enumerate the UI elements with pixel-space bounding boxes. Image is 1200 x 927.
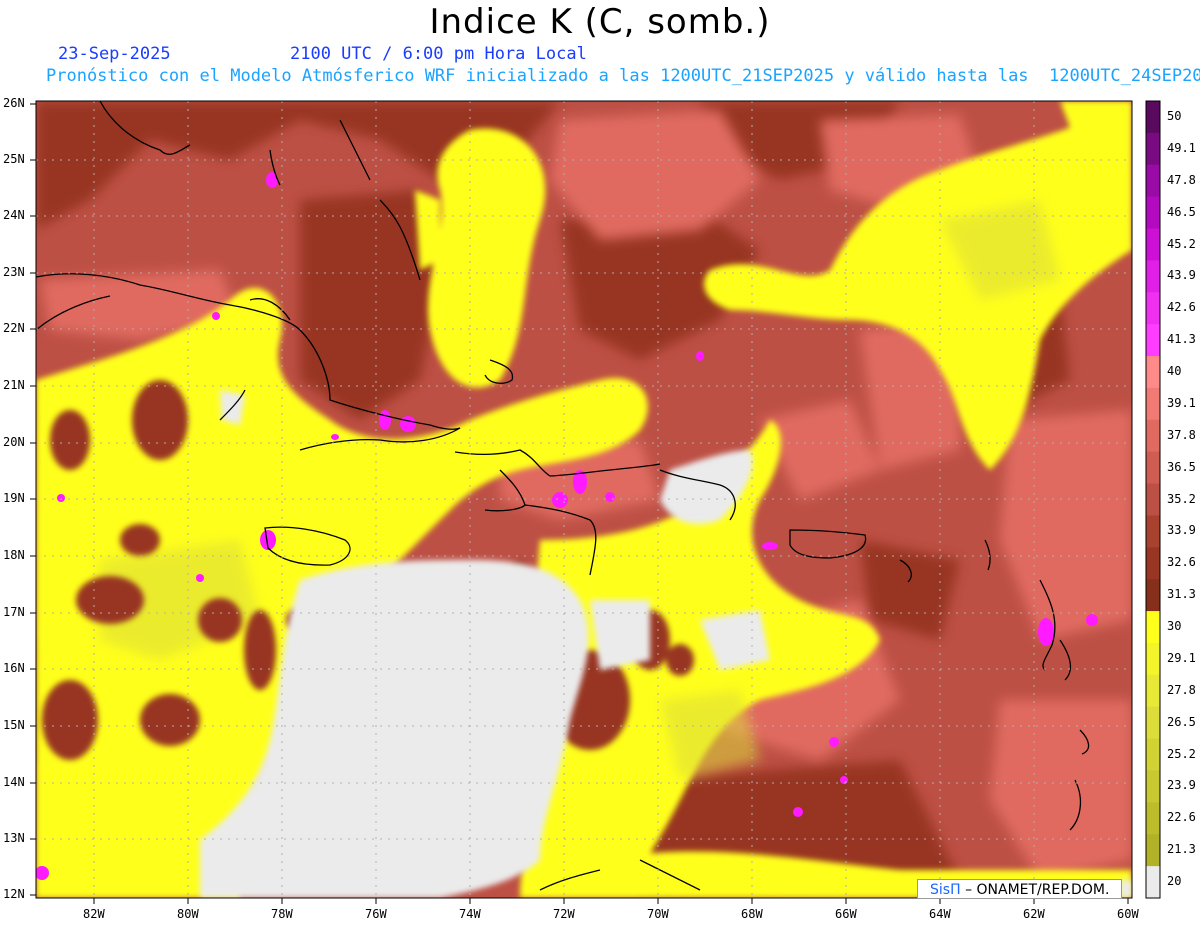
colorbar-swatch bbox=[1146, 738, 1160, 771]
colorbar-label: 47.8 bbox=[1167, 172, 1196, 187]
lon-label: 80W bbox=[177, 907, 199, 921]
colorbar-swatch bbox=[1146, 802, 1160, 835]
colorbar-label: 45.2 bbox=[1167, 236, 1196, 251]
lon-label: 62W bbox=[1023, 907, 1045, 921]
lon-label: 82W bbox=[83, 907, 105, 921]
lat-label: 23N bbox=[3, 265, 25, 279]
lat-label: 16N bbox=[3, 661, 25, 675]
colorbar-label: 25.2 bbox=[1167, 746, 1196, 761]
lon-label: 70W bbox=[647, 907, 669, 921]
lat-label: 25N bbox=[3, 152, 25, 166]
credit-box: SisΠ – ONAMET/REP.DOM. bbox=[917, 879, 1122, 899]
lat-label: 21N bbox=[3, 378, 25, 392]
colorbar-label: 46.5 bbox=[1167, 204, 1196, 219]
colorbar-label: 35.2 bbox=[1167, 491, 1196, 506]
lat-label: 17N bbox=[3, 605, 25, 619]
lat-label: 22N bbox=[3, 321, 25, 335]
colorbar-label: 29.1 bbox=[1167, 650, 1196, 665]
lat-label: 13N bbox=[3, 831, 25, 845]
lon-label: 68W bbox=[741, 907, 763, 921]
colorbar-swatch bbox=[1146, 228, 1160, 261]
colorbar-label: 39.1 bbox=[1167, 395, 1196, 410]
colorbar-swatch bbox=[1146, 101, 1160, 134]
lon-label: 76W bbox=[365, 907, 387, 921]
lat-label: 24N bbox=[3, 208, 25, 222]
lon-label: 66W bbox=[835, 907, 857, 921]
k-index-map bbox=[30, 100, 1161, 904]
colorbar-swatch bbox=[1146, 579, 1160, 612]
colorbar-swatch bbox=[1146, 547, 1160, 580]
colorbar-swatch bbox=[1146, 356, 1160, 389]
colorbar-label: 42.6 bbox=[1167, 300, 1196, 315]
colorbar-label: 23.9 bbox=[1167, 778, 1196, 793]
colorbar-swatch bbox=[1146, 611, 1160, 644]
credit-sispi: SisΠ bbox=[930, 882, 961, 898]
colorbar-swatch bbox=[1146, 451, 1160, 485]
colorbar-swatch bbox=[1146, 132, 1160, 166]
lon-label: 72W bbox=[553, 907, 575, 921]
lon-label: 78W bbox=[271, 907, 293, 921]
colorbar-label: 31.3 bbox=[1167, 587, 1196, 602]
colorbar-swatch bbox=[1146, 706, 1160, 740]
colorbar-label: 41.3 bbox=[1167, 332, 1196, 347]
colorbar-swatch bbox=[1146, 834, 1160, 867]
colorbar-swatch bbox=[1146, 770, 1160, 803]
lon-label: 60W bbox=[1117, 907, 1139, 921]
colorbar-label: 26.5 bbox=[1167, 714, 1196, 729]
lat-label: 19N bbox=[3, 491, 25, 505]
map-field bbox=[36, 101, 1132, 898]
colorbar-swatch bbox=[1146, 642, 1160, 676]
credit-onamet: – ONAMET/REP.DOM. bbox=[965, 882, 1110, 898]
colorbar-swatch bbox=[1146, 324, 1160, 357]
colorbar-swatch bbox=[1146, 419, 1160, 453]
colorbar-label: 32.6 bbox=[1167, 555, 1196, 570]
colorbar-label: 21.3 bbox=[1167, 842, 1196, 857]
colorbar-label: 27.8 bbox=[1167, 682, 1196, 697]
colorbar-label: 36.5 bbox=[1167, 459, 1196, 474]
lon-label: 64W bbox=[929, 907, 951, 921]
colorbar-swatch bbox=[1146, 387, 1160, 421]
lat-label: 12N bbox=[3, 887, 25, 901]
lat-label: 26N bbox=[3, 96, 25, 110]
colorbar-swatch bbox=[1146, 196, 1160, 230]
colorbar-swatch bbox=[1146, 292, 1160, 325]
colorbar-label: 37.8 bbox=[1167, 427, 1196, 442]
colorbar-label: 20 bbox=[1167, 874, 1182, 889]
colorbar-label: 49.1 bbox=[1167, 140, 1196, 155]
lat-label: 14N bbox=[3, 775, 25, 789]
colorbar-label: 50 bbox=[1167, 108, 1182, 123]
colorbar-label: 40 bbox=[1167, 364, 1182, 378]
lat-label: 20N bbox=[3, 435, 25, 449]
colorbar-swatch bbox=[1146, 866, 1160, 899]
colorbar-swatch bbox=[1146, 674, 1160, 708]
colorbar bbox=[1146, 101, 1160, 899]
colorbar-label: 22.6 bbox=[1167, 810, 1196, 825]
colorbar-swatch bbox=[1146, 260, 1160, 293]
colorbar-swatch bbox=[1146, 483, 1160, 516]
colorbar-label: 43.9 bbox=[1167, 268, 1196, 283]
colorbar-label: 30 bbox=[1167, 619, 1182, 633]
colorbar-swatch bbox=[1146, 515, 1160, 548]
lat-label: 15N bbox=[3, 718, 25, 732]
lat-label: 18N bbox=[3, 548, 25, 562]
colorbar-label: 33.9 bbox=[1167, 523, 1196, 538]
lon-label: 74W bbox=[459, 907, 481, 921]
colorbar-swatch bbox=[1146, 164, 1160, 198]
